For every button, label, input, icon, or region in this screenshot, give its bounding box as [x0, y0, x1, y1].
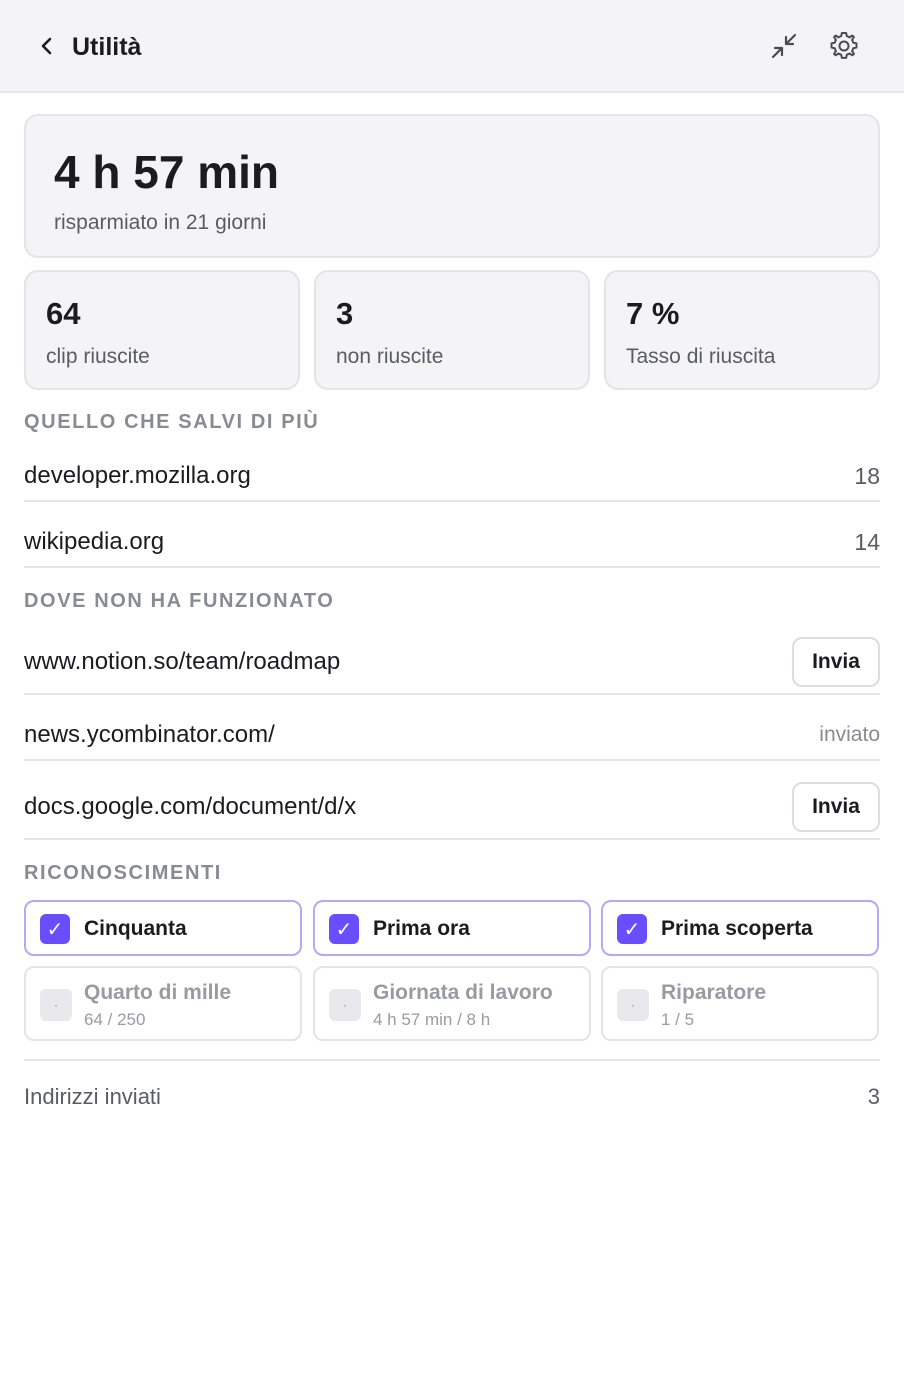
stat-card-failed: 3 non riuscite [314, 270, 590, 390]
failed-url: news.ycombinator.com/ [24, 721, 275, 748]
checkmark-icon: ✓ [40, 914, 70, 944]
time-saved-card: 4 h 57 min risparmiato in 21 giorni [24, 114, 880, 258]
achievement-locked: · Giornata di lavoro 4 h 57 min / 8 h [313, 966, 591, 1041]
locked-marker-icon: · [329, 989, 361, 1021]
achievement-progress: 1 / 5 [661, 1010, 695, 1029]
gear-icon [830, 31, 858, 59]
achievement-unlocked: ✓ Prima ora [313, 900, 591, 956]
achievement-label: Riparatore [661, 981, 767, 1004]
failed-heading: DOVE NON HA FUNZIONATO [24, 590, 335, 612]
site-domain: wikipedia.org [24, 528, 165, 555]
achievement-progress: 64 / 250 [84, 1010, 146, 1029]
list-item: docs.google.com/document/d/x Invia [24, 775, 880, 840]
top-bar: Utilità [0, 0, 904, 93]
stat-label: clip riuscite [46, 345, 150, 368]
stat-label: non riuscite [336, 345, 444, 368]
achievement-label: Prima scoperta [661, 917, 813, 940]
sent-addresses-row: Indirizzi inviati 3 [24, 1059, 880, 1131]
list-item[interactable]: developer.mozilla.org 18 [24, 452, 880, 502]
checkmark-icon: ✓ [329, 914, 359, 944]
sent-addresses-label: Indirizzi inviati [24, 1084, 161, 1109]
page-title: Utilità [72, 33, 142, 61]
stat-value: 7 % [626, 296, 680, 331]
stat-value: 64 [46, 296, 81, 331]
send-button[interactable]: Invia [792, 782, 880, 832]
achievement-label: Cinquanta [84, 917, 187, 940]
list-item: www.notion.so/team/roadmap Invia [24, 630, 880, 695]
achievement-label: Giornata di lavoro [373, 981, 553, 1004]
back-button[interactable] [34, 30, 62, 62]
chevron-left-icon [41, 37, 52, 55]
most-saved-heading: QUELLO CHE SALVI DI PIÙ [24, 411, 320, 433]
achievement-unlocked: ✓ Prima scoperta [601, 900, 879, 956]
site-count: 18 [854, 463, 880, 489]
locked-marker-icon: · [40, 989, 72, 1021]
site-domain: developer.mozilla.org [24, 462, 251, 489]
time-saved-value: 4 h 57 min [54, 146, 279, 198]
checkmark-icon: ✓ [617, 914, 647, 944]
sent-addresses-count: 3 [867, 1084, 880, 1109]
achievements-heading: RICONOSCIMENTI [24, 862, 222, 884]
list-item: news.ycombinator.com/ inviato [24, 709, 880, 761]
failed-url: www.notion.so/team/roadmap [24, 648, 341, 675]
locked-marker-icon: · [617, 989, 649, 1021]
settings-button[interactable] [824, 26, 864, 66]
send-button[interactable]: Invia [792, 637, 880, 687]
stat-value: 3 [336, 296, 354, 331]
achievement-locked: · Quarto di mille 64 / 250 [24, 966, 302, 1041]
stat-card-rate: 7 % Tasso di riuscita [604, 270, 880, 390]
time-saved-subtitle: risparmiato in 21 giorni [54, 211, 267, 234]
stat-card-success: 64 clip riuscite [24, 270, 300, 390]
achievement-label: Quarto di mille [84, 981, 232, 1004]
achievement-progress: 4 h 57 min / 8 h [373, 1010, 491, 1029]
achievement-locked: · Riparatore 1 / 5 [601, 966, 879, 1041]
collapse-arrows-icon [771, 33, 797, 59]
collapse-button[interactable] [764, 26, 804, 66]
sent-status: inviato [819, 723, 880, 746]
site-count: 14 [854, 529, 880, 555]
list-item[interactable]: wikipedia.org 14 [24, 518, 880, 568]
failed-url: docs.google.com/document/d/x [24, 793, 357, 820]
achievement-unlocked: ✓ Cinquanta [24, 900, 302, 956]
stat-label: Tasso di riuscita [626, 345, 776, 368]
achievement-label: Prima ora [373, 917, 470, 940]
